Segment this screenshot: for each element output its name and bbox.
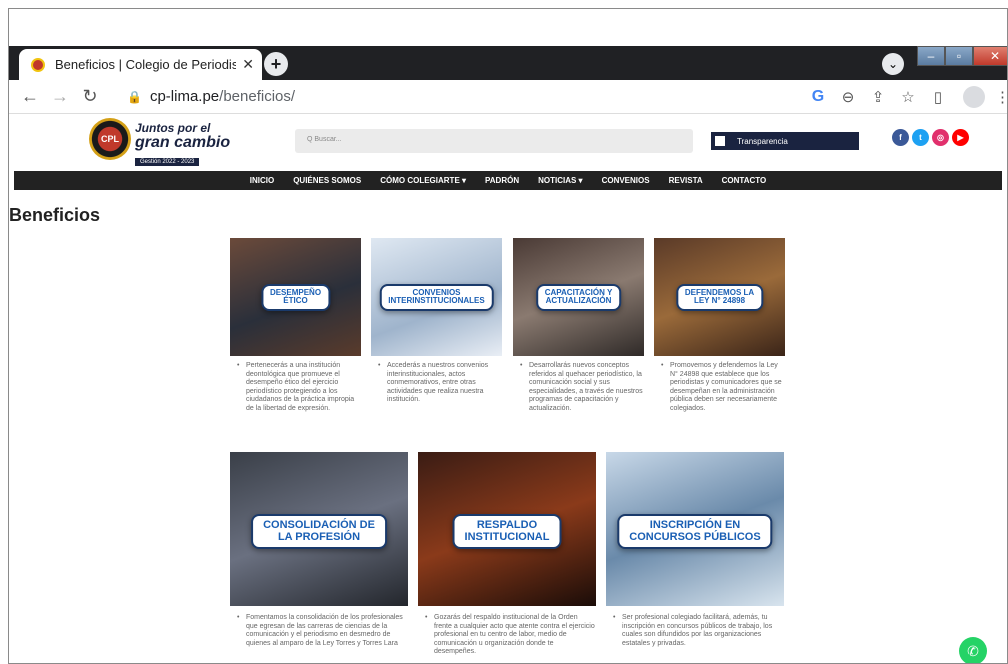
transparencia-button[interactable]: Transparencia <box>711 132 859 150</box>
benefit-description: Accederás a nuestros convenios interinst… <box>371 362 502 405</box>
benefit-description: Desarrollarás nuevos conceptos referidos… <box>513 362 644 414</box>
benefit-banner: INSCRIPCIÓN EN CONCURSOS PÚBLICOS <box>617 514 773 550</box>
profile-avatar[interactable] <box>963 86 985 108</box>
address-bar[interactable]: cp-lima.pe/beneficios/ <box>150 88 295 105</box>
new-tab-button[interactable]: + <box>264 52 288 76</box>
transparencia-icon <box>715 136 725 146</box>
transparencia-label: Transparencia <box>737 136 788 146</box>
page-title: Beneficios <box>9 205 101 225</box>
share-icon[interactable]: ⇪ <box>863 88 893 106</box>
facebook-icon[interactable]: f <box>892 129 909 146</box>
tab-title: Beneficios | Colegio de Periodista <box>55 57 237 72</box>
benefit-banner: RESPALDO INSTITUCIONAL <box>452 514 562 550</box>
site-header: CPL Juntos por el gran cambio Gestión 20… <box>9 115 1007 171</box>
instagram-icon[interactable]: ◎ <box>932 129 949 146</box>
benefit-banner: CONSOLIDACIÓN DE LA PROFESIÓN <box>251 514 387 550</box>
slogan-line-1: Juntos por el <box>135 121 211 135</box>
benefit-image[interactable]: INSCRIPCIÓN EN CONCURSOS PÚBLICOS <box>606 452 784 606</box>
minimize-button[interactable]: – <box>917 46 945 66</box>
nav-item[interactable]: INICIO <box>250 176 274 185</box>
forward-arrow-icon[interactable]: → <box>45 86 75 107</box>
whatsapp-icon[interactable]: ✆ <box>959 637 987 663</box>
main-nav: INICIO QUIÉNES SOMOS CÓMO COLEGIARTE ▾ PADR… <box>14 171 1002 190</box>
back-arrow-icon[interactable]: ← <box>15 86 45 107</box>
benefit-image[interactable]: CONSOLIDACIÓN DE LA PROFESIÓN <box>230 452 408 606</box>
benefit-description: Gozarás del respaldo institucional de la… <box>418 614 596 657</box>
tab-close-icon[interactable]: ✕ <box>242 56 254 73</box>
twitter-icon[interactable]: t <box>912 129 929 146</box>
zoom-icon[interactable]: ⊖ <box>833 88 863 106</box>
google-translate-icon[interactable]: G <box>803 88 833 106</box>
benefit-banner: CAPACITACIÓN Y ACTUALIZACIÓN <box>535 284 622 311</box>
lock-icon[interactable]: 🔒 <box>127 90 142 104</box>
active-tab[interactable]: Beneficios | Colegio de Periodista ✕ <box>19 49 262 80</box>
close-window-button[interactable]: ✕ <box>973 46 1007 66</box>
benefit-banner: CONVENIOS INTERINSTITUCIONALES <box>379 284 494 311</box>
site-favicon-icon <box>31 57 45 72</box>
benefit-description: Pertenecerás a una institución deontológ… <box>230 362 361 414</box>
benefit-description: Fomentamos la consolidación de los profe… <box>230 614 408 648</box>
benefit-image[interactable]: CAPACITACIÓN Y ACTUALIZACIÓN <box>513 238 644 356</box>
nav-item[interactable]: REVISTA <box>669 176 703 185</box>
bookmark-star-icon[interactable]: ☆ <box>893 88 923 106</box>
benefit-banner: DEFENDEMOS LA LEY N° 24898 <box>675 284 764 311</box>
browser-toolbar: ← → ↻ 🔒 cp-lima.pe/beneficios/ G ⊖ ⇪ ☆ ▯… <box>9 80 1007 114</box>
slogan: Juntos por el gran cambio Gestión 2022 -… <box>135 121 230 168</box>
reload-icon[interactable]: ↻ <box>75 86 105 107</box>
window-controls: – ▫ ✕ <box>917 46 1007 66</box>
url-domain: cp-lima.pe <box>149 88 220 105</box>
nav-item[interactable]: CONTACTO <box>722 176 767 185</box>
maximize-button[interactable]: ▫ <box>945 46 973 66</box>
nav-item[interactable]: QUIÉNES SOMOS <box>293 176 361 185</box>
site-search-input[interactable]: Q Buscar... <box>295 129 693 153</box>
side-panel-icon[interactable]: ▯ <box>923 88 953 106</box>
nav-item[interactable]: PADRÓN <box>485 176 519 185</box>
nav-item[interactable]: NOTICIAS ▾ <box>538 176 582 185</box>
nav-item[interactable]: CONVENIOS <box>602 176 650 185</box>
url-path: /beneficios/ <box>219 88 296 105</box>
benefit-image[interactable]: CONVENIOS INTERINSTITUCIONALES <box>371 238 502 356</box>
benefit-description: Promovemos y defendemos la Ley N° 24898 … <box>654 362 785 414</box>
browser-window: Beneficios | Colegio de Periodista ✕ + ⌄… <box>8 8 1008 664</box>
benefit-image[interactable]: DEFENDEMOS LA LEY N° 24898 <box>654 238 785 356</box>
benefit-image[interactable]: RESPALDO INSTITUCIONAL <box>418 452 596 606</box>
cpl-logo[interactable]: CPL <box>89 118 131 160</box>
menu-kebab-icon[interactable]: ⋮ <box>995 88 1007 106</box>
social-links: f t ◎ ▶ <box>892 129 969 146</box>
youtube-icon[interactable]: ▶ <box>952 129 969 146</box>
benefit-description: Ser profesional colegiado facilitará, ad… <box>606 614 784 648</box>
benefit-image[interactable]: DESEMPEÑO ÉTICO <box>230 238 361 356</box>
benefit-banner: DESEMPEÑO ÉTICO <box>260 284 331 311</box>
slogan-line-2: gran cambio <box>135 134 231 151</box>
tab-search-chevron-icon[interactable]: ⌄ <box>882 53 904 75</box>
nav-item[interactable]: CÓMO COLEGIARTE ▾ <box>380 176 466 185</box>
slogan-gestion: Gestión 2022 - 2023 <box>135 158 200 166</box>
